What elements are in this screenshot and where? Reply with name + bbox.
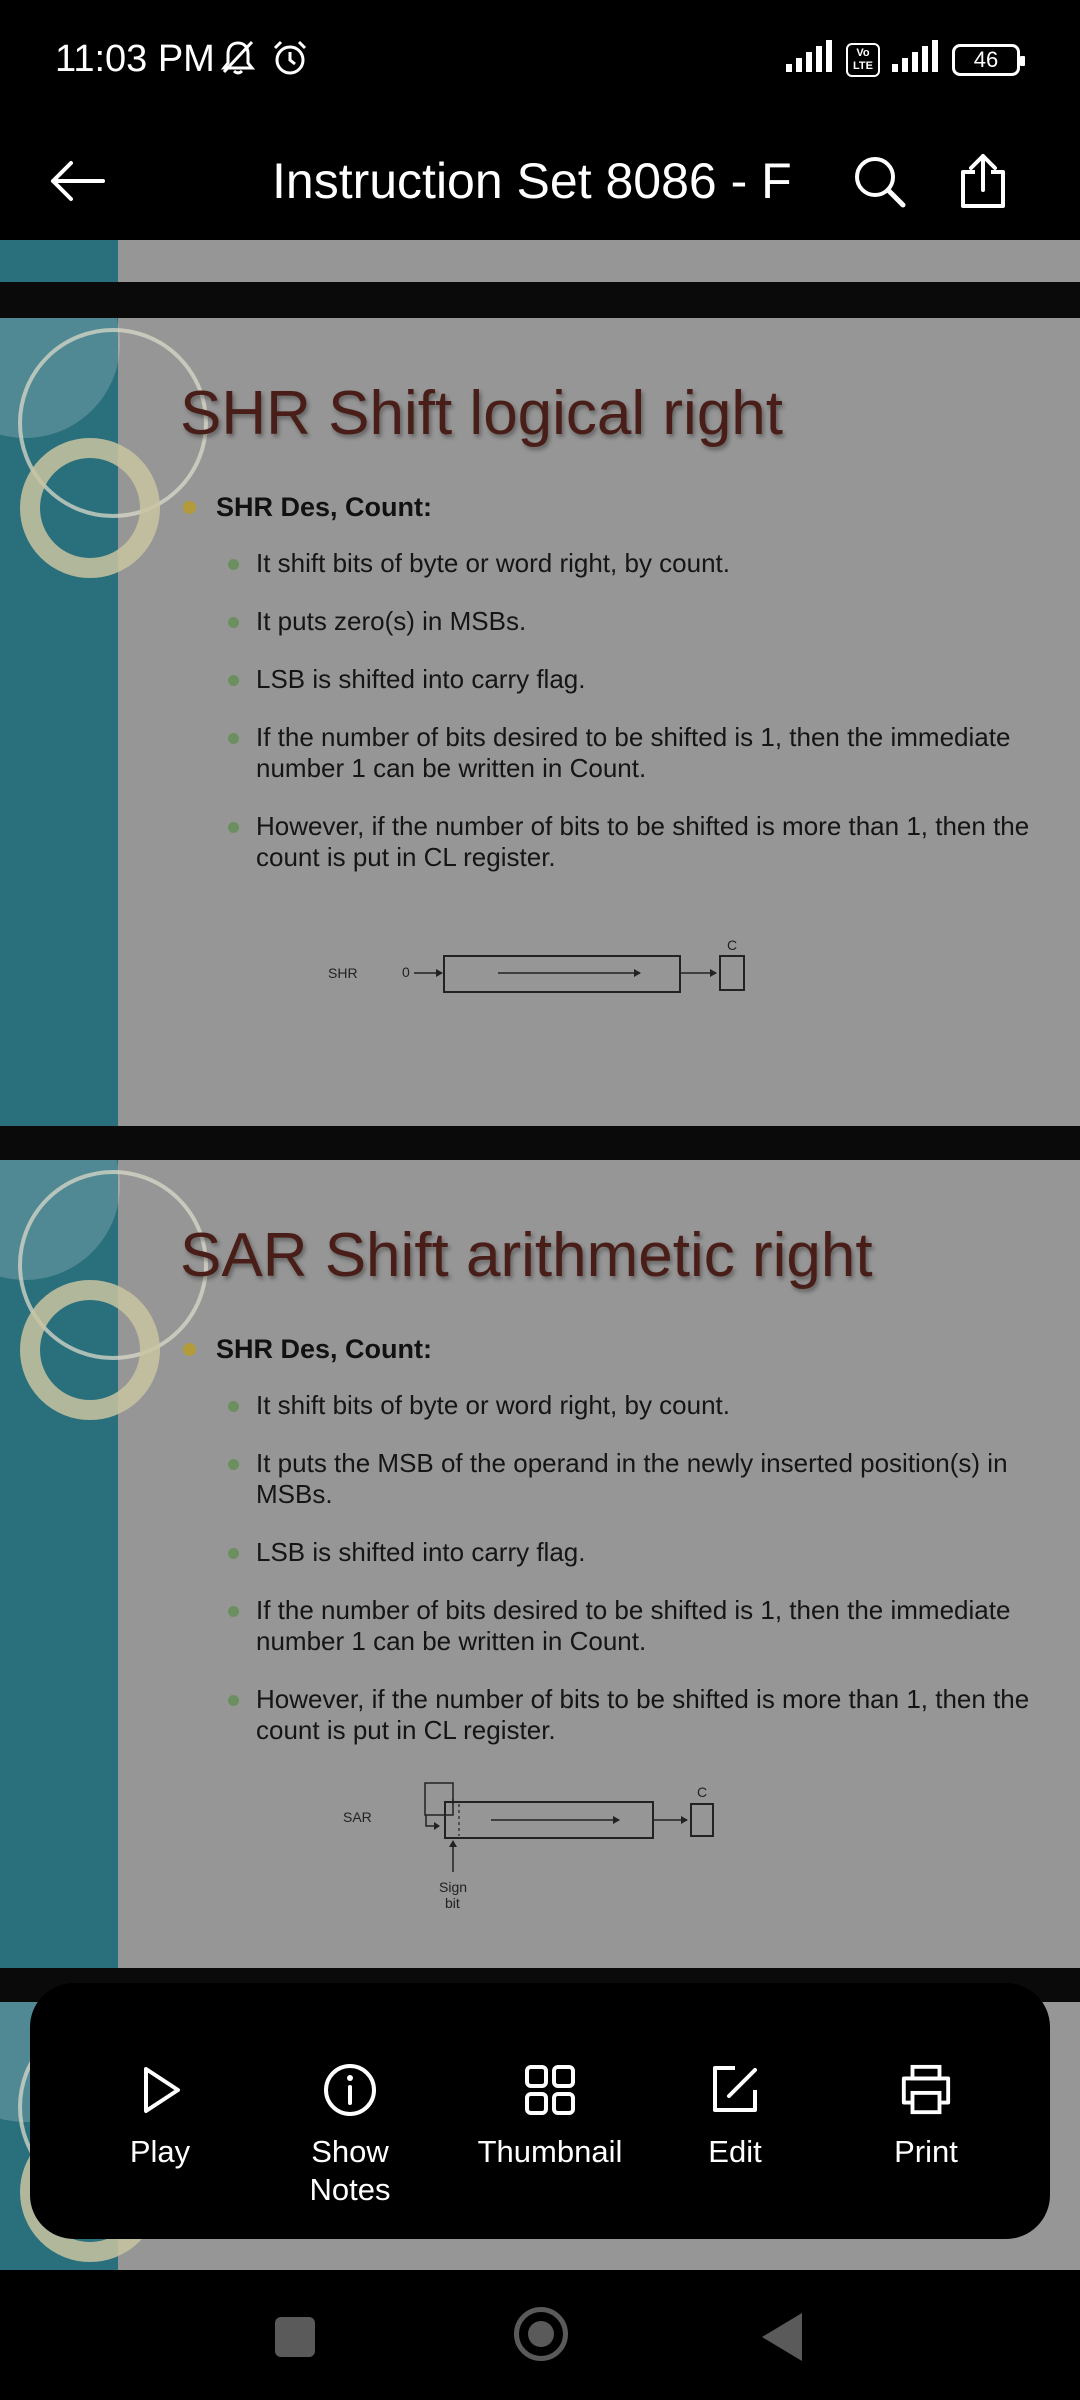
list-item: LSB is shifted into carry flag. [228,1537,1048,1568]
share-icon [961,154,1005,208]
edit-button[interactable]: Edit [645,1983,825,2239]
list-item: It shift bits of byte or word right, by … [228,548,1048,579]
bottom-action-menu: Play Show Notes Thumbnail Edit Print [30,1983,1050,2239]
grid-icon [523,2063,577,2117]
system-nav-bar [0,2270,1080,2400]
back-triangle-icon[interactable] [762,2313,802,2361]
slide-viewer[interactable]: SHR Shift logical right SHR Des, Count: … [0,240,1080,2270]
printer-icon [899,2063,953,2117]
diagram-sign-label: Sign [439,1879,467,1895]
slide-previous-partial[interactable] [0,240,1080,282]
recents-square-icon[interactable] [275,2317,315,2357]
slide-shr[interactable]: SHR Shift logical right SHR Des, Count: … [0,318,1080,1126]
menu-label: Play [129,2134,191,2169]
signal-icon [784,40,836,79]
signal-icon [890,40,942,79]
list-item: It puts zero(s) in MSBs. [228,606,1048,637]
sub-bullet-list: It shift bits of byte or word right, by … [228,548,1048,900]
main-bullet: SHR Des, Count: [180,1334,432,1365]
play-button[interactable]: Play [70,1983,250,2239]
status-right-icons: Vo LTE 46 [784,40,1025,79]
volte-icon: Vo LTE [846,42,880,77]
main-bullet-text: SHR Des, Count: [216,492,432,522]
list-item: If the number of bits desired to be shif… [228,722,1048,784]
thumbnail-button[interactable]: Thumbnail [450,1983,650,2239]
edit-icon [708,2063,762,2117]
diagram-label: SHR [328,965,358,981]
sar-diagram: SAR C Sign bit [343,1782,714,1911]
menu-label: Print [894,2134,958,2169]
diagram-input: 0 [402,964,410,980]
menu-label: Edit [708,2134,762,2169]
menu-label: Thumbnail [477,2134,623,2169]
menu-label: Show Notes [309,2134,391,2207]
slide-accent-band [0,240,118,282]
slide-title: SHR Shift logical right [180,379,784,448]
list-item: If the number of bits desired to be shif… [228,1595,1048,1657]
diagram-sign-label: bit [445,1895,460,1911]
list-item: However, if the number of bits to be shi… [228,1684,1048,1746]
slide-accent-band [0,1160,208,1968]
status-bar: 11:03 PM Vo LTE 46 [0,0,1080,120]
status-time: 11:03 PM [55,38,215,80]
main-bullet: SHR Des, Count: [180,492,432,523]
diagram-carry: C [727,937,737,953]
alarm-icon [270,38,310,83]
search-icon [855,157,906,208]
show-notes-button[interactable]: Show Notes [260,1983,440,2239]
share-button[interactable] [946,144,1020,218]
mute-bell-icon [218,38,258,83]
battery-icon: 46 [952,43,1025,76]
diagram-label: SAR [343,1809,372,1825]
home-circle-icon[interactable] [514,2307,568,2361]
back-button[interactable] [40,144,114,218]
info-icon [323,2063,377,2117]
app-bar: Instruction Set 8086 - F [0,120,1080,240]
print-button[interactable]: Print [836,1983,1016,2239]
list-item: However, if the number of bits to be shi… [228,811,1048,873]
document-title: Instruction Set 8086 - F [272,153,792,209]
diagram-carry: C [697,1784,707,1800]
list-item: LSB is shifted into carry flag. [228,664,1048,695]
slide-sar[interactable]: SAR Shift arithmetic right SHR Des, Coun… [0,1160,1080,1968]
sub-bullet-list: It shift bits of byte or word right, by … [228,1390,1048,1773]
slide-title: SAR Shift arithmetic right [180,1221,873,1290]
slide-accent-band [0,318,208,1126]
status-left-icons [218,38,310,83]
back-arrow-icon [51,161,105,201]
shr-diagram: SHR 0 C [328,937,745,993]
list-item: It shift bits of byte or word right, by … [228,1390,1048,1421]
search-button[interactable] [842,144,916,218]
play-icon [133,2063,187,2117]
list-item: It puts the MSB of the operand in the ne… [228,1448,1048,1510]
main-bullet-text: SHR Des, Count: [216,1334,432,1364]
